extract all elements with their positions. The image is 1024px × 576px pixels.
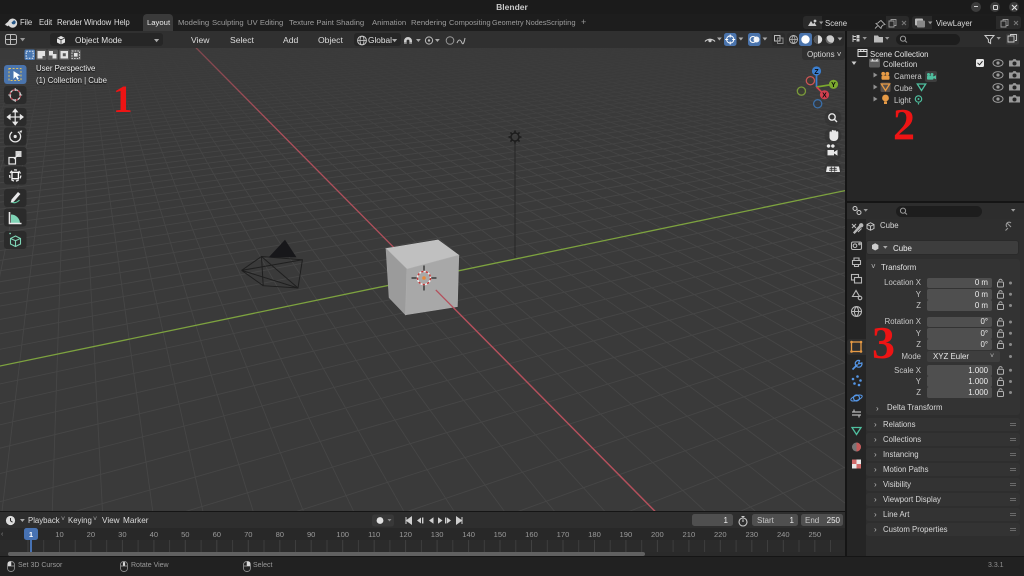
svg-text:X: X — [822, 93, 827, 100]
svg-text:Z: Z — [814, 69, 819, 76]
svg-text:Y: Y — [831, 82, 836, 89]
